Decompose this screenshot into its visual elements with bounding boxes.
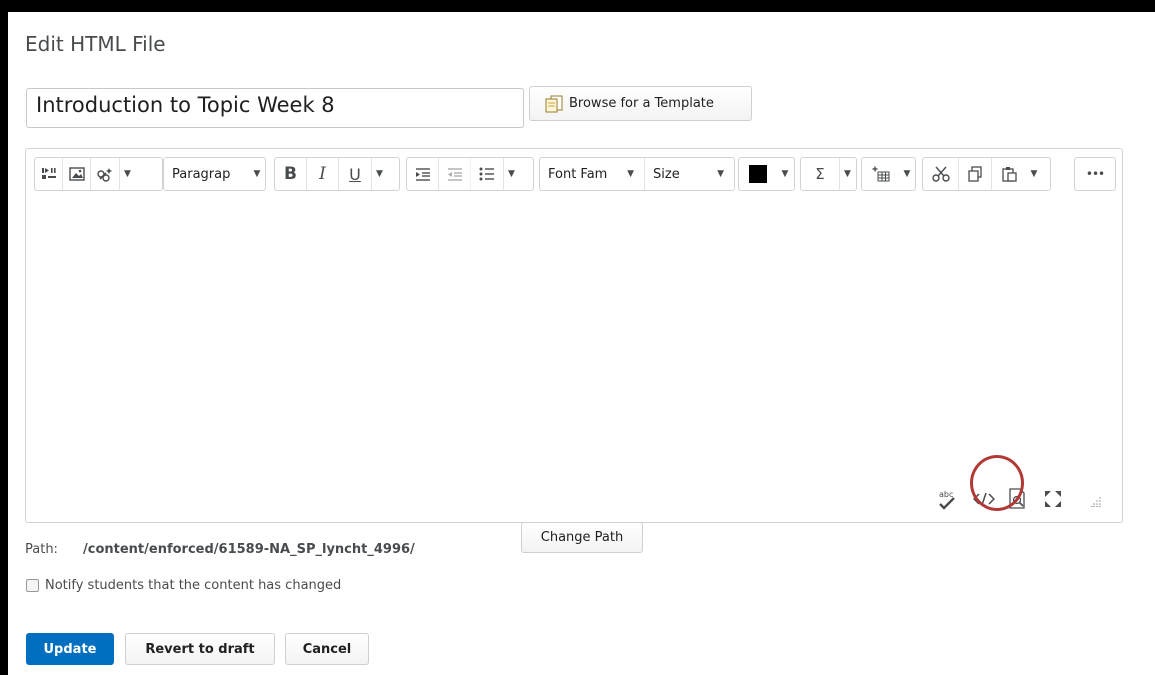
html-editor: ▼ Paragrap ▼ B I U ▼ ▼ Font Fam ▼ Size ▼… — [25, 148, 1123, 523]
notify-checkbox[interactable] — [26, 579, 39, 592]
text-style-group: B I U ▼ — [274, 157, 400, 191]
format-dropdown-label: Paragrap — [172, 166, 231, 182]
text-style-caret[interactable]: ▼ — [371, 158, 387, 190]
chevron-down-icon: ▼ — [717, 169, 724, 179]
browse-template-button[interactable]: Browse for a Template — [529, 86, 752, 121]
table-caret[interactable]: ▼ — [899, 158, 915, 190]
bullet-list-icon — [479, 167, 494, 181]
list-caret[interactable]: ▼ — [503, 158, 519, 190]
resize-handle-icon[interactable] — [1090, 496, 1102, 508]
table-icon — [872, 166, 889, 182]
color-swatch — [749, 165, 767, 183]
italic-button[interactable]: I — [307, 158, 339, 190]
revert-to-draft-button[interactable]: Revert to draft — [125, 633, 275, 665]
indent-button[interactable] — [407, 158, 439, 190]
text-color-caret[interactable]: ▼ — [777, 158, 793, 190]
image-icon — [68, 167, 85, 181]
spellcheck-icon[interactable]: abc — [936, 487, 958, 511]
text-color-group: ▼ — [738, 157, 795, 191]
copy-icon — [968, 166, 982, 182]
equation-group: Σ ▼ — [800, 157, 857, 191]
browse-template-label: Browse for a Template — [569, 96, 714, 111]
annotation-circle — [970, 455, 1024, 511]
clipboard-group: ▼ — [922, 157, 1051, 191]
insert-image-button[interactable] — [63, 158, 91, 190]
outdent-button[interactable] — [439, 158, 471, 190]
bullet-list-button[interactable] — [471, 158, 503, 190]
text-color-button[interactable] — [739, 158, 777, 190]
notify-label: Notify students that the content has cha… — [45, 578, 342, 593]
update-button[interactable]: Update — [26, 633, 114, 665]
title-input[interactable]: Introduction to Topic Week 8 — [26, 88, 524, 128]
editor-toolbar: ▼ Paragrap ▼ B I U ▼ ▼ Font Fam ▼ Size ▼… — [26, 149, 1122, 199]
change-path-button[interactable]: Change Path — [521, 522, 643, 553]
insert-stuff-icon — [41, 168, 56, 179]
underline-button[interactable]: U — [339, 158, 371, 190]
scissors-icon — [931, 166, 950, 182]
font-family-label: Font Fam — [548, 166, 608, 182]
insert-link-button[interactable] — [91, 158, 119, 190]
insert-link-caret[interactable]: ▼ — [119, 158, 135, 190]
indent-list-group: ▼ — [406, 157, 534, 191]
table-group: ▼ — [861, 157, 916, 191]
fullscreen-icon[interactable] — [1042, 488, 1064, 510]
indent-icon — [415, 168, 430, 181]
edit-html-file-panel: Edit HTML File Introduction to Topic Wee… — [8, 12, 1155, 675]
insert-table-button[interactable] — [862, 158, 899, 190]
notify-row: Notify students that the content has cha… — [26, 578, 341, 593]
format-dropdown[interactable]: Paragrap ▼ — [163, 157, 266, 191]
path-value: /content/enforced/61589-NA_SP_lyncht_499… — [83, 542, 415, 557]
svg-text:abc: abc — [939, 490, 953, 499]
equation-button[interactable]: Σ — [801, 158, 839, 190]
copy-button[interactable] — [959, 158, 992, 190]
paste-caret[interactable]: ▼ — [1026, 158, 1042, 190]
chevron-down-icon: ▼ — [253, 169, 261, 179]
paste-icon — [1002, 167, 1017, 182]
insert-group: ▼ — [34, 157, 163, 191]
quicklink-icon — [97, 168, 112, 182]
bold-button[interactable]: B — [275, 158, 307, 190]
font-size-dropdown[interactable]: Size ▼ — [645, 158, 734, 190]
chevron-down-icon: ▼ — [627, 169, 634, 179]
font-group: Font Fam ▼ Size ▼ — [539, 157, 735, 191]
equation-caret[interactable]: ▼ — [839, 158, 855, 190]
paste-button[interactable] — [992, 158, 1026, 190]
font-size-label: Size — [653, 166, 680, 182]
more-options-button[interactable]: ••• — [1075, 158, 1115, 190]
insert-stuff-button[interactable] — [35, 158, 63, 190]
cancel-button[interactable]: Cancel — [285, 633, 369, 665]
editor-content-area[interactable] — [26, 199, 1122, 484]
more-group: ••• — [1074, 157, 1116, 191]
outdent-icon — [447, 168, 462, 181]
template-icon — [545, 95, 563, 112]
page-title: Edit HTML File — [25, 32, 166, 56]
cut-button[interactable] — [923, 158, 959, 190]
font-family-dropdown[interactable]: Font Fam ▼ — [540, 158, 645, 190]
path-label: Path: — [25, 542, 58, 557]
